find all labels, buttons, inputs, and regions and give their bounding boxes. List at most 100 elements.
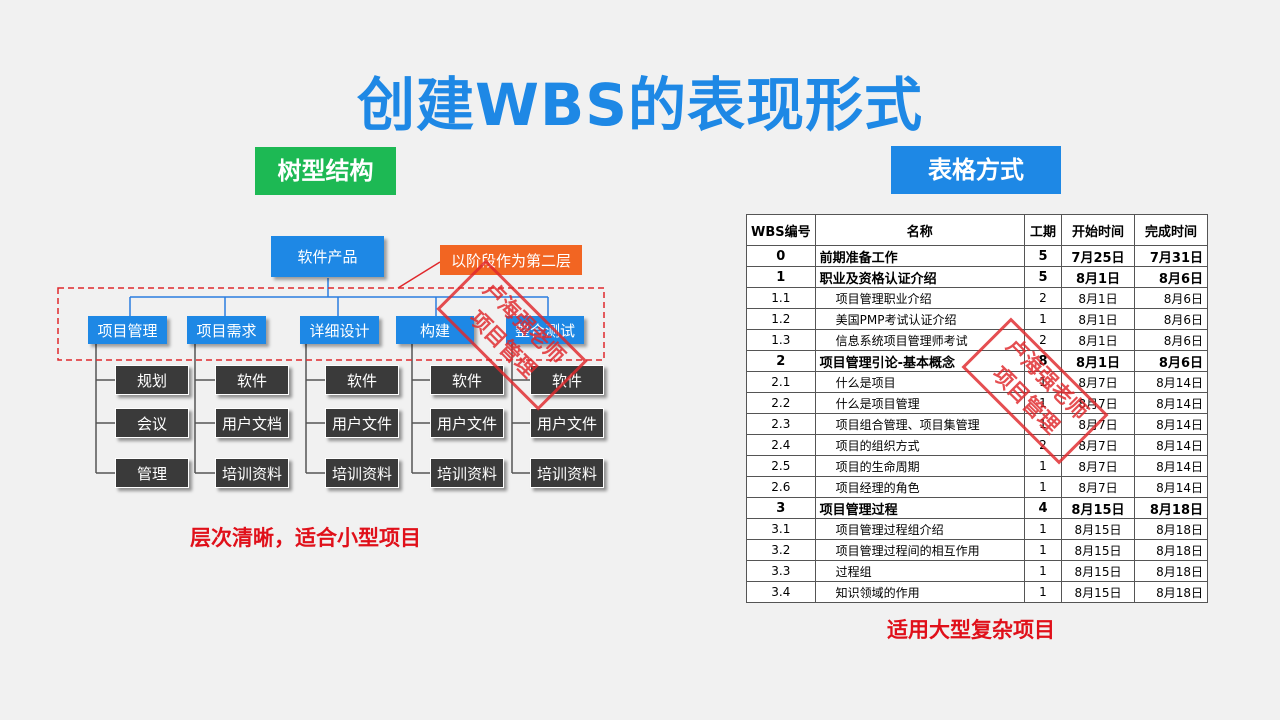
table-cell-end: 8月14日	[1134, 371, 1208, 393]
table-cell-code: 0	[746, 245, 816, 267]
table-cell-code: 3.1	[746, 518, 816, 540]
phase-node-requirements: 项目需求	[187, 316, 266, 344]
header-cell: 开始时间	[1061, 214, 1135, 246]
table-cell-end: 8月14日	[1134, 455, 1208, 477]
leaf-node: 培训资料	[215, 458, 289, 488]
table-cell-end: 8月18日	[1134, 581, 1208, 603]
table-cell-end: 8月6日	[1134, 350, 1208, 372]
table-cell-name: 项目经理的角色	[814, 476, 1026, 498]
table-row: 3.1 项目管理过程组介绍 1 8月15日 8月18日	[746, 518, 1208, 540]
leaf-node: 软件	[215, 365, 289, 395]
table-cell-name: 知识领域的作用	[814, 581, 1026, 603]
table-cell-end: 8月6日	[1134, 266, 1208, 288]
leaf-node: 培训资料	[325, 458, 399, 488]
table-cell-duration: 5	[1024, 245, 1062, 267]
layer-callout-label: 以阶段作为第二层	[440, 245, 582, 275]
table-row: 3.3 过程组 1 8月15日 8月18日	[746, 560, 1208, 582]
table-cell-end: 8月14日	[1134, 476, 1208, 498]
table-cell-start: 8月15日	[1061, 581, 1135, 603]
table-cell-code: 2.2	[746, 392, 816, 414]
table-cell-code: 2.1	[746, 371, 816, 393]
leaf-node: 用户文档	[215, 408, 289, 438]
header-cell: 名称	[814, 214, 1026, 246]
table-cell-name: 项目的生命周期	[814, 455, 1026, 477]
table-section-label: 表格方式	[891, 146, 1061, 194]
table-cell-code: 1.3	[746, 329, 816, 351]
leaf-node: 软件	[325, 365, 399, 395]
table-row: 1.2 美国PMP考试认证介绍 1 8月1日 8月6日	[746, 308, 1208, 330]
table-cell-code: 2.3	[746, 413, 816, 435]
wbs-table: WBS编号 名称 工期 开始时间 完成时间 0 前期准备工作 5 7月25日 7月31日…	[746, 214, 1208, 603]
leaf-node: 用户文件	[530, 408, 604, 438]
table-row: 3.2 项目管理过程间的相互作用 1 8月15日 8月18日	[746, 539, 1208, 561]
table-cell-end: 8月6日	[1134, 329, 1208, 351]
table-row: 2.3 项目组合管理、项目集管理 1 8月7日 8月14日	[746, 413, 1208, 435]
table-cell-name: 项目的组织方式	[814, 434, 1026, 456]
table-cell-start: 8月1日	[1061, 266, 1135, 288]
table-cell-start: 8月7日	[1061, 476, 1135, 498]
table-cell-start: 8月15日	[1061, 497, 1135, 519]
table-cell-start: 7月25日	[1061, 245, 1135, 267]
table-cell-name: 项目管理过程组介绍	[814, 518, 1026, 540]
table-body: 0 前期准备工作 5 7月25日 7月31日 1 职业及资格认证介绍 5 8月1日 8月6日 1.1…	[746, 245, 1208, 603]
leaf-node: 软件	[430, 365, 504, 395]
table-cell-duration: 5	[1024, 266, 1062, 288]
table-cell-code: 3	[746, 497, 816, 519]
header-cell: WBS编号	[746, 214, 816, 246]
leaf-node: 培训资料	[530, 458, 604, 488]
table-cell-code: 2.5	[746, 455, 816, 477]
table-cell-duration: 4	[1024, 497, 1062, 519]
table-cell-code: 1.2	[746, 308, 816, 330]
table-cell-code: 2.4	[746, 434, 816, 456]
table-cell-start: 8月1日	[1061, 329, 1135, 351]
phase-node-project-management: 项目管理	[88, 316, 167, 344]
table-cell-duration: 1	[1024, 308, 1062, 330]
table-row: 2.2 什么是项目管理 1 8月7日 8月14日	[746, 392, 1208, 414]
table-cell-name: 项目管理职业介绍	[814, 287, 1026, 309]
wbs-tree-diagram: 软件产品 以阶段作为第二层 项目管理 项目需求 详细设计 构建 整合测试 规划 …	[0, 0, 640, 720]
table-cell-duration: 1	[1024, 476, 1062, 498]
table-cell-code: 3.4	[746, 581, 816, 603]
table-header-row: WBS编号 名称 工期 开始时间 完成时间	[746, 214, 1208, 246]
table-cell-start: 8月1日	[1061, 350, 1135, 372]
header-cell: 工期	[1024, 214, 1062, 246]
table-row: 1 职业及资格认证介绍 5 8月1日 8月6日	[746, 266, 1208, 288]
phase-node-detailed-design: 详细设计	[300, 316, 379, 344]
table-cell-end: 8月6日	[1134, 308, 1208, 330]
table-row: 1.3 信息系统项目管理师考试 2 8月1日 8月6日	[746, 329, 1208, 351]
table-cell-duration: 1	[1024, 539, 1062, 561]
table-cell-end: 8月14日	[1134, 434, 1208, 456]
table-cell-start: 8月15日	[1061, 539, 1135, 561]
table-row: 0 前期准备工作 5 7月25日 7月31日	[746, 245, 1208, 267]
table-cell-code: 1.1	[746, 287, 816, 309]
table-cell-code: 2	[746, 350, 816, 372]
table-cell-start: 8月1日	[1061, 308, 1135, 330]
header-cell: 完成时间	[1134, 214, 1208, 246]
table-cell-end: 8月18日	[1134, 518, 1208, 540]
table-cell-end: 7月31日	[1134, 245, 1208, 267]
table-cell-duration: 1	[1024, 560, 1062, 582]
table-cell-duration: 1	[1024, 518, 1062, 540]
table-cell-end: 8月18日	[1134, 560, 1208, 582]
table-cell-start: 8月15日	[1061, 560, 1135, 582]
table-row: 1.1 项目管理职业介绍 2 8月1日 8月6日	[746, 287, 1208, 309]
table-cell-end: 8月14日	[1134, 392, 1208, 414]
leaf-node: 用户文件	[325, 408, 399, 438]
table-cell-duration: 1	[1024, 581, 1062, 603]
table-row: 3 项目管理过程 4 8月15日 8月18日	[746, 497, 1208, 519]
table-cell-code: 3.2	[746, 539, 816, 561]
table-cell-name: 项目组合管理、项目集管理	[814, 413, 1026, 435]
table-cell-end: 8月6日	[1134, 287, 1208, 309]
root-node-box: 软件产品	[271, 236, 384, 277]
table-cell-start: 8月15日	[1061, 518, 1135, 540]
table-cell-name: 项目管理过程	[814, 497, 1026, 519]
table-row: 3.4 知识领域的作用 1 8月15日 8月18日	[746, 581, 1208, 603]
table-cell-name: 前期准备工作	[814, 245, 1026, 267]
tree-caption: 层次清晰，适合小型项目	[190, 526, 421, 550]
table-cell-name: 项目管理过程间的相互作用	[814, 539, 1026, 561]
table-cell-end: 8月14日	[1134, 413, 1208, 435]
table-cell-code: 3.3	[746, 560, 816, 582]
table-cell-start: 8月7日	[1061, 455, 1135, 477]
table-caption: 适用大型复杂项目	[887, 618, 1055, 642]
leaf-node: 管理	[115, 458, 189, 488]
